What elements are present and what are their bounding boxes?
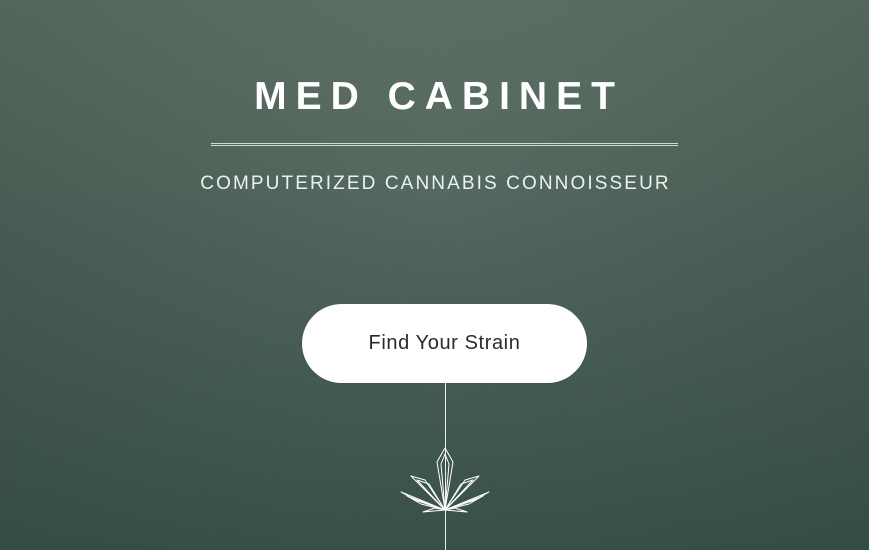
page-title: MED CABINET	[254, 75, 624, 118]
title-divider	[211, 143, 678, 146]
page-subtitle: COMPUTERIZED CANNABIS CONNOISSEUR	[200, 173, 671, 194]
cannabis-leaf-icon	[400, 447, 490, 513]
find-your-strain-button[interactable]: Find Your Strain	[302, 304, 587, 383]
